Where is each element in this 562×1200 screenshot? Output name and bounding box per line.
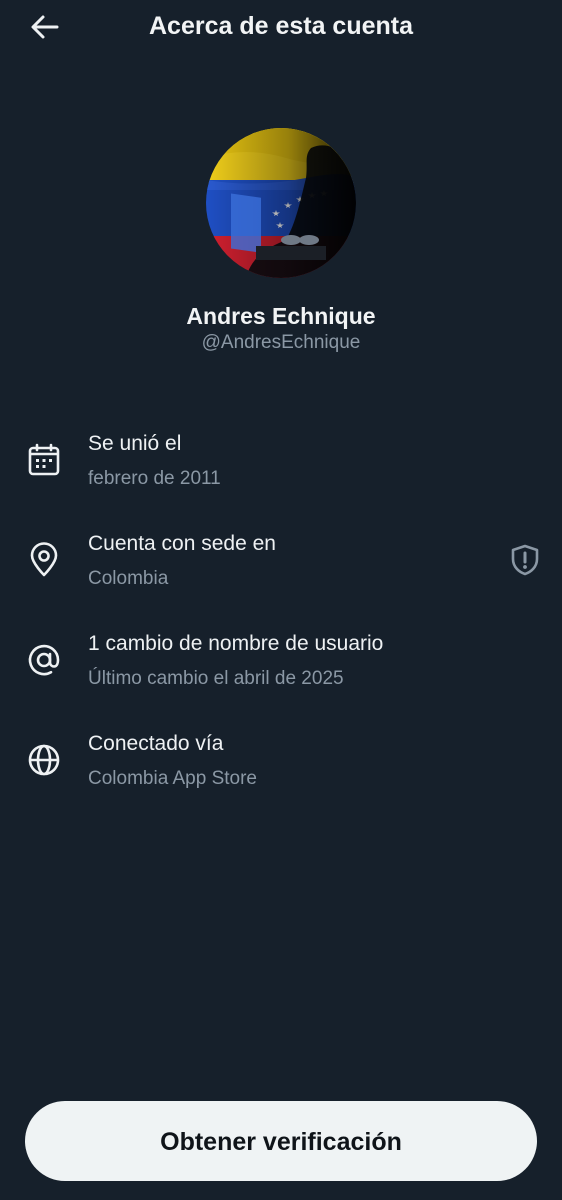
info-title: 1 cambio de nombre de usuario [88, 632, 384, 655]
info-item-joined: Se unió el febrero de 2011 [0, 432, 562, 512]
at-sign-icon [28, 644, 60, 676]
globe-icon [28, 744, 60, 776]
get-verified-button[interactable]: Obtener verificación [25, 1101, 537, 1181]
header: Acerca de esta cuenta [0, 0, 562, 56]
location-pin-icon [30, 542, 58, 577]
info-title: Conectado vía [88, 732, 224, 755]
username-handle: @AndresEchnique [201, 332, 361, 353]
venezuelan-flag-avatar-image [206, 128, 356, 278]
info-item-username-changes: 1 cambio de nombre de usuario Último cam… [0, 632, 562, 712]
info-subtitle: Colombia [88, 568, 169, 589]
info-title: Cuenta con sede en [88, 532, 276, 555]
info-subtitle: Último cambio el abril de 2025 [88, 668, 344, 689]
page-title: Acerca de esta cuenta [148, 12, 414, 40]
calendar-icon [28, 443, 60, 476]
avatar[interactable] [206, 128, 356, 278]
shield-alert-icon[interactable] [508, 543, 542, 577]
info-title: Se unió el [88, 432, 182, 455]
display-name: Andres Echnique [186, 303, 376, 329]
info-item-connected-via: Conectado vía Colombia App Store [0, 732, 562, 812]
info-subtitle: febrero de 2011 [88, 468, 221, 489]
info-item-location: Cuenta con sede en Colombia [0, 532, 562, 612]
info-subtitle: Colombia App Store [88, 768, 257, 789]
